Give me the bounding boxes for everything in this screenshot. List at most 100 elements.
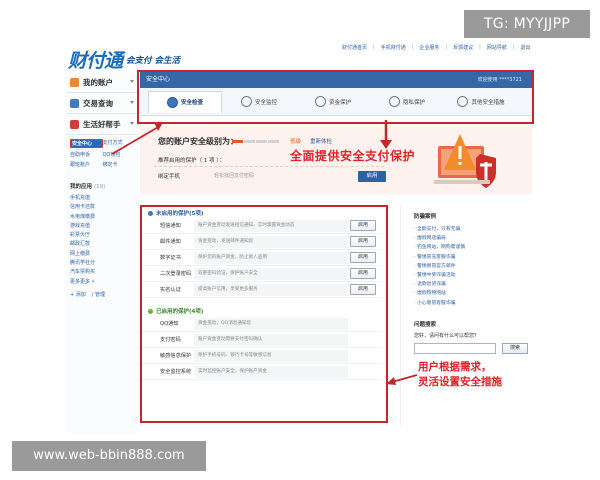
bind-phone-label: 绑定手机 [158, 174, 181, 180]
protection-row: 邮件通知 资金变动，发送邮件通知您 启用 [142, 234, 382, 250]
security-warning-icon [434, 134, 496, 188]
sidebar-link-bind-card[interactable]: 绑定卡 [103, 161, 136, 168]
protection-row: 安全监控系统 实时监控账户安全，保护账户资金 [142, 364, 382, 380]
bind-phone-enable-button[interactable]: 启用 [358, 171, 386, 182]
topnav-feedback[interactable]: 反馈建议 [453, 44, 473, 54]
logo-slogan: 会支付 会生活 [126, 56, 180, 66]
arrow-down-icon [380, 120, 392, 149]
info-icon [148, 210, 153, 216]
enable-button[interactable]: 启用 [350, 284, 376, 295]
tg-badge: TG: MYYJJPP [464, 10, 590, 38]
enable-button[interactable]: 启用 [350, 252, 376, 263]
fraud-case-link[interactable]: 钓鱼网站，网购需谨慎 [414, 243, 534, 252]
app-link[interactable]: 游戏充值 [70, 222, 138, 231]
fraud-case-link[interactable]: 警惕中奖诈骗活动 [414, 271, 534, 280]
topnav-logout[interactable]: 退出 [521, 44, 531, 54]
protection-name: 实名认证 [160, 287, 181, 293]
highlight-box-tabs [137, 70, 534, 124]
protection-desc: 账户资金变动发送短信通知，实时掌握资金动态 [194, 219, 348, 232]
protection-row: 二次登录密码 双重密码验证，保护账户安全 启用 [142, 266, 382, 282]
protection-row: 数字证书 保护您的账户资金，防止他人盗用 启用 [142, 250, 382, 266]
callout-full-protection: 全面提供安全支付保护 [290, 149, 416, 163]
search-icon [70, 98, 79, 108]
bind-phone-desc: 轻松找回支付密码 [214, 173, 255, 179]
protection-row: 敏感信息保护 保护手机号码、银行卡号等敏感信息 [142, 348, 382, 364]
enable-button[interactable]: 启用 [350, 236, 376, 247]
topnav-sitemap[interactable]: 网站导航 [487, 44, 507, 54]
protection-desc: 账户资金变动需要支付密码确认 [194, 333, 348, 346]
protection-desc: 提高账户信用，享受更多服务 [194, 283, 348, 296]
protection-list: 未启用的保护(5项) 短信通知 账户资金变动发送短信通知，实时掌握资金动态 启用… [142, 208, 382, 380]
protection-row: 支付密码 账户资金变动需要支付密码确认 [142, 332, 382, 348]
manage-app-link[interactable]: / 管理 [92, 291, 105, 298]
app-link[interactable]: 彩票大厅 [70, 231, 138, 240]
question-prompt: 您好，请问有什么可以帮您？ [414, 332, 480, 339]
question-search-header: 问题搜索 [414, 321, 437, 328]
my-apps-header: 我的应用 (10) [70, 184, 106, 190]
protection-row: QQ通知 资金变动，QQ消息通知您 [142, 316, 382, 332]
security-level-value: 低级 [290, 139, 302, 145]
app-link[interactable]: 水电煤缴费 [70, 213, 138, 222]
search-button[interactable]: 搜索 [502, 342, 528, 354]
protection-desc: 保护手机号码、银行卡号等敏感信息 [194, 349, 348, 362]
search-input[interactable] [414, 342, 496, 354]
enable-button[interactable]: 启用 [350, 220, 376, 231]
protection-desc: 保护您的账户资金，防止他人盗用 [194, 251, 348, 264]
divider [154, 166, 384, 167]
protection-name: QQ通知 [160, 321, 179, 327]
fraud-case-link[interactable]: 虚假网店骗局 [414, 234, 534, 243]
enable-button[interactable]: 启用 [350, 268, 376, 279]
app-link[interactable]: 网上缴费 [70, 250, 138, 259]
sidebar-item-label: 我的账户 [83, 77, 113, 87]
protection-desc: 资金变动，发送邮件通知您 [194, 235, 348, 248]
topnav-mobile[interactable]: 手机财付通 [381, 44, 406, 54]
protection-row: 实名认证 提高账户信用，享受更多服务 启用 [142, 282, 382, 298]
top-nav: 财付通首页 | 手机财付通 | 企业服务 | 反馈建议 | 网站导航 | 退出 [342, 44, 531, 54]
my-apps: 我的应用 (10) 手机充值 信用卡还款 水电煤缴费 游戏充值 彩票大厅 邮政汇… [66, 182, 138, 298]
recommend-label: 推荐启用的保护（ 1 项 ）： [158, 158, 225, 164]
app-link[interactable]: 汽车票购买 [70, 268, 138, 277]
app-link[interactable]: 手机充值 [70, 194, 138, 203]
arrow-left-icon [386, 374, 418, 385]
chevron-down-icon [130, 101, 134, 104]
unprotected-header: 未启用的保护(5项) [142, 208, 382, 218]
question-search: 搜索 [414, 342, 534, 354]
fraud-case-link[interactable]: 虚假购物网站 [414, 289, 534, 298]
logo-mark: 财付通 [68, 50, 123, 72]
fraud-case-link[interactable]: 退款退货诈骗 [414, 280, 534, 289]
watermark: www.web-bbin888.com [12, 441, 206, 471]
sidebar-link-appeal[interactable]: 自助申诉 [70, 151, 103, 158]
fraud-case-link[interactable]: 警惕冒充客服诈骗 [414, 253, 534, 262]
sidebar-item-account[interactable]: 我的账户 [66, 72, 138, 93]
protection-name: 短信通知 [160, 223, 181, 229]
protection-name: 支付密码 [160, 337, 181, 343]
right-column: 防骗案例 全额支付，只有无骗 虚假网店骗局 钓鱼网站，网购需谨慎 警惕冒充客服诈… [414, 212, 534, 354]
sidebar-link-security-center[interactable]: 安全中心 [70, 139, 103, 148]
check-icon [148, 308, 153, 314]
life-icon [70, 119, 79, 129]
fraud-case-link[interactable]: 小心假冒客服诈骗 [414, 299, 534, 308]
protected-header: 已启用的保护(4项) [142, 306, 382, 316]
recheck-link[interactable]: 重新体检 [310, 137, 332, 145]
fraud-case-link[interactable]: 警惕假冒官方邮件 [414, 262, 534, 271]
protection-name: 邮件通知 [160, 239, 181, 245]
app-link[interactable]: 信用卡还款 [70, 203, 138, 212]
app-link[interactable]: 腾讯学社分 [70, 259, 138, 268]
add-app-link[interactable]: + 添加 [70, 291, 86, 298]
app-link-more[interactable]: 更多更多 » [70, 278, 138, 287]
arrow-pointer-icon [111, 122, 162, 155]
fraud-case-link[interactable]: 全额支付，只有无骗 [414, 225, 534, 234]
protection-name: 敏感信息保护 [160, 353, 192, 359]
sidebar-link-follower[interactable]: 跟班账户 [70, 161, 103, 168]
user-icon [70, 77, 79, 87]
sidebar-item-label: 交易查询 [83, 98, 113, 108]
apps-footer: + 添加 / 管理 [70, 291, 138, 298]
logo[interactable]: 财付通 会支付 会生活 [68, 44, 188, 72]
protection-row: 短信通知 账户资金变动发送短信通知，实时掌握资金动态 启用 [142, 218, 382, 234]
topnav-enterprise[interactable]: 企业服务 [419, 44, 439, 54]
security-level-bar [232, 140, 279, 143]
security-level-title: 您的账户安全级别为： [158, 137, 238, 146]
topnav-home[interactable]: 财付通首页 [342, 44, 367, 54]
sidebar-item-transactions[interactable]: 交易查询 [66, 93, 138, 114]
app-link[interactable]: 邮政汇款 [70, 240, 138, 249]
